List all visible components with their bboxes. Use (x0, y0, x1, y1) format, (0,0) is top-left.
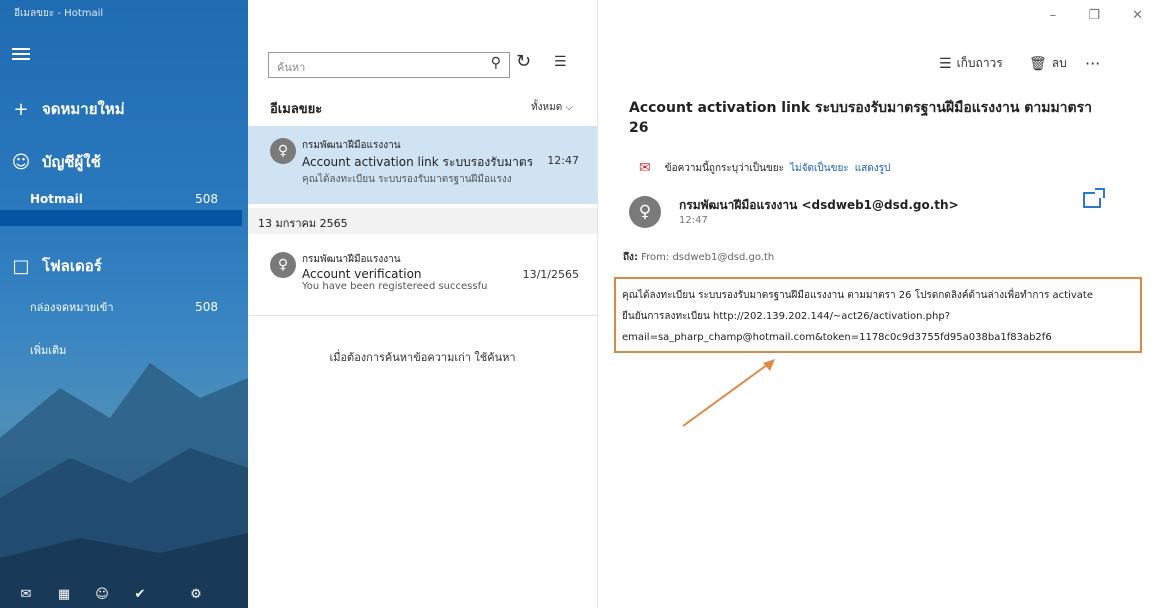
account-hotmail[interactable]: Hotmail 508 (0, 188, 248, 210)
settings-icon[interactable]: ⚙ (184, 587, 208, 602)
account-selection-bar (0, 210, 242, 226)
folder-more[interactable]: เพิ่มเติม (0, 340, 248, 360)
menu-icon[interactable] (12, 48, 30, 62)
chevron-down-icon: ⌵ (565, 102, 573, 113)
window-controls: – ❐ ✕ (1022, 8, 1143, 23)
search-input[interactable]: ค้นหา ⚲ (268, 52, 510, 78)
message-subject: Account verification (302, 267, 422, 281)
minimize-icon[interactable]: – (1050, 8, 1057, 23)
reading-pane: – ❐ ✕ ☰ เก็บถาวร 🗑 ลบ ··· Account activa… (599, 0, 1151, 608)
new-mail-button[interactable]: + จดหมายใหม่ (0, 92, 248, 126)
delete-button[interactable]: 🗑 ลบ (1029, 54, 1067, 73)
email-sender[interactable]: กรมพัฒนาฝีมือแรงงาน <dsdweb1@dsd.go.th> (679, 196, 959, 215)
date-separator: 13 มกราคม 2565 (248, 208, 597, 234)
message-preview: You have been registereed successfu (302, 281, 488, 292)
email-body-highlight: คุณได้ลงทะเบียน ระบบรองรับมาตรฐานฝีมือแร… (614, 277, 1142, 353)
background-landscape (0, 363, 248, 608)
junk-notice-text: ข้อความนี้ถูกระบุว่าเป็นขยะ (664, 162, 785, 174)
message-list-pane: ค้นหา ⚲ ↻ ☰ อีเมลขยะ ทั้งหมด ⌵ ♀ กรมพัฒน… (248, 0, 598, 608)
message-item[interactable]: ♀ กรมพัฒนาฝีมือแรงงาน Account verificati… (248, 240, 597, 316)
archive-label: เก็บถาวร (956, 56, 1003, 70)
delete-label: ลบ (1051, 56, 1067, 70)
email-time: 12:47 (679, 215, 708, 226)
more-label: เพิ่มเติม (30, 344, 67, 357)
email-body-line: คุณได้ลงทะเบียน ระบบรองรับมาตรฐานฝีมือแร… (622, 290, 1093, 301)
people-icon[interactable]: ☺ (90, 587, 114, 602)
filter-dropdown[interactable]: ทั้งหมด ⌵ (531, 100, 573, 115)
junk-notice: ✉ ข้อความนี้ถูกระบุว่าเป็นขยะ ไม่จัดเป็น… (639, 160, 890, 176)
folders-header[interactable]: □ โฟลเดอร์ (0, 252, 248, 280)
folder-title: อีเมลขยะ (270, 102, 323, 117)
email-body-line[interactable]: email=sa_pharp_champ@hotmail.com&token=1… (622, 327, 1134, 348)
app-switcher: ✉ ▦ ☺ ✔ ⚙ (0, 580, 248, 608)
accounts-label: บัญชีผู้ใช้ (42, 153, 101, 171)
message-time: 13/1/2565 (522, 268, 579, 281)
new-mail-label: จดหมายใหม่ (42, 100, 125, 118)
accounts-header[interactable]: ☺ บัญชีผู้ใช้ (0, 148, 248, 176)
archive-button[interactable]: ☰ เก็บถาวร (939, 54, 1003, 73)
todo-icon[interactable]: ✔ (128, 587, 152, 602)
email-recipient: ถึง: From: dsdweb1@dsd.go.th (623, 250, 774, 265)
message-subject: Account activation link ระบบรองรับมาตรฐา… (302, 155, 532, 169)
message-time: 12:47 (547, 154, 579, 167)
folders-label: โฟลเดอร์ (42, 257, 102, 275)
junk-icon: ✉ (639, 160, 651, 176)
message-item[interactable]: ♀ กรมพัฒนาฝีมือแรงงาน Account activation… (248, 126, 597, 204)
mail-icon[interactable]: ✉ (14, 587, 38, 602)
filter-label: ทั้งหมด (531, 102, 563, 113)
message-sender: กรมพัฒนาฝีมือแรงงาน (302, 254, 401, 265)
sync-icon[interactable]: ↻ (516, 51, 531, 72)
person-icon: ☺ (11, 151, 31, 173)
selection-mode-icon[interactable]: ☰ (554, 54, 567, 70)
folder-inbox[interactable]: กล่องจดหมายเข้า 508 (0, 296, 248, 318)
navigation-pane: อีเมลขยะ - Hotmail + จดหมายใหม่ ☺ บัญชีผ… (0, 0, 248, 608)
search-icon[interactable]: ⚲ (491, 55, 501, 71)
account-unread-count: 508 (195, 192, 218, 206)
sender-avatar-icon: ♀ (270, 138, 296, 164)
inbox-label: กล่องจดหมายเข้า (30, 301, 114, 314)
close-icon[interactable]: ✕ (1132, 8, 1143, 23)
restore-icon[interactable]: ❐ (1088, 8, 1100, 23)
open-new-window-icon[interactable] (1083, 188, 1105, 208)
window-title: อีเมลขยะ - Hotmail (14, 8, 104, 19)
not-junk-link[interactable]: ไม่จัดเป็นขยะ (790, 161, 849, 176)
message-preview: คุณได้ลงทะเบียน ระบบรองรับมาตรฐานฝีมือแร… (302, 174, 512, 185)
trash-icon: 🗑 (1029, 55, 1047, 72)
archive-icon: ☰ (939, 55, 952, 72)
search-placeholder: ค้นหา (277, 61, 306, 74)
older-messages-hint: เมื่อต้องการค้นหาข้อความเก่า ใช้ค้นหา (329, 351, 516, 364)
annotation-arrow (682, 359, 775, 427)
more-actions-button[interactable]: ··· (1085, 54, 1100, 73)
sender-avatar-icon: ♀ (629, 196, 661, 228)
email-subject: Account activation link ระบบรองรับมาตรฐา… (629, 100, 1093, 136)
account-name: Hotmail (30, 192, 83, 206)
folder-icon: □ (12, 255, 30, 277)
show-images-link[interactable]: แสดงรูป (855, 161, 891, 176)
plus-icon: + (13, 98, 29, 120)
email-body-line[interactable]: ยืนยันการลงทะเบียน http://202.139.202.14… (622, 306, 1134, 327)
calendar-icon[interactable]: ▦ (52, 587, 76, 602)
message-sender: กรมพัฒนาฝีมือแรงงาน (302, 140, 401, 151)
to-value: From: dsdweb1@dsd.go.th (641, 252, 775, 263)
sender-avatar-icon: ♀ (270, 252, 296, 278)
to-label: ถึง: (623, 252, 638, 263)
inbox-unread-count: 508 (195, 300, 218, 314)
